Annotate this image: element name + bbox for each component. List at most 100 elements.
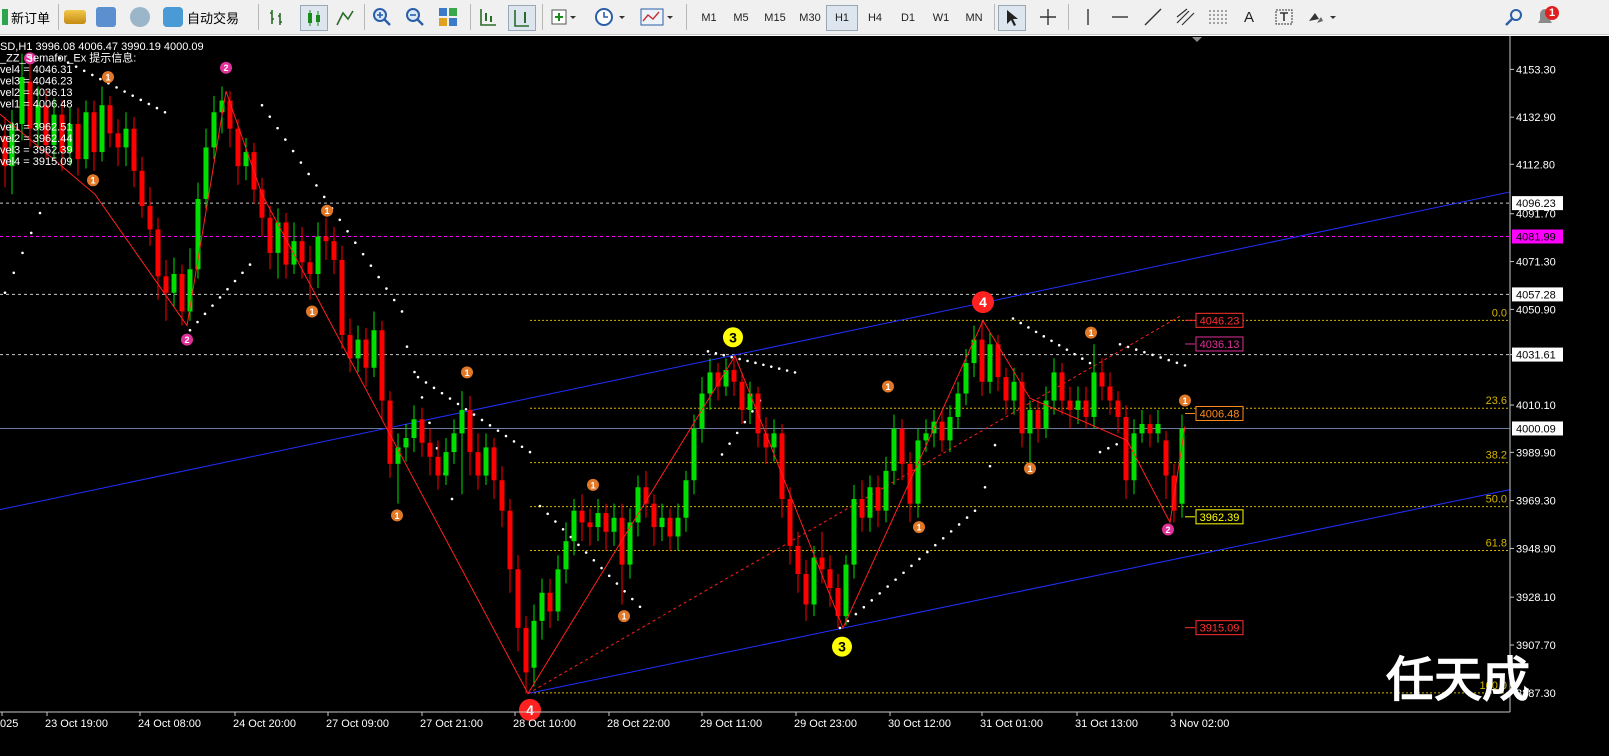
fibonacci-icon[interactable] [1207, 5, 1229, 29]
arrows-icon[interactable] [1306, 5, 1340, 29]
auto-trade-button[interactable]: 自动交易 [163, 5, 239, 29]
candlestick-chart-icon[interactable] [300, 5, 328, 31]
price-axis-label: 4050.90 [1516, 304, 1556, 316]
timeframe-d1-button[interactable]: D1 [892, 5, 924, 31]
candle-body [555, 569, 561, 612]
sar-dot [983, 485, 987, 489]
candle-body [891, 428, 897, 471]
globe-icon[interactable] [130, 5, 150, 29]
candle-body [851, 498, 857, 565]
candle-body [795, 545, 801, 574]
candle-body [939, 421, 945, 441]
sar-dot [241, 271, 244, 275]
sar-dot [1019, 321, 1022, 325]
candle-body [827, 569, 833, 589]
sar-dot [538, 504, 542, 508]
sar-dot [29, 231, 33, 235]
chart-shift-icon[interactable] [508, 5, 536, 31]
candle-body [603, 513, 609, 532]
equidistant-channel-icon[interactable] [1175, 5, 1197, 29]
search-icon[interactable] [1504, 5, 1524, 29]
sar-dot [1151, 353, 1154, 357]
sar-dot [420, 396, 424, 399]
sar-dot [722, 353, 726, 357]
candle-body [1051, 372, 1057, 401]
market-watch-icon[interactable] [96, 5, 116, 29]
candle-body [563, 541, 569, 570]
price-level-tag: 4006.48 [1185, 405, 1244, 421]
timeframe-w1-button[interactable]: W1 [925, 5, 957, 31]
sar-dot [472, 413, 476, 416]
watermark-text: 任天成 [1386, 654, 1530, 707]
candle-body [867, 487, 873, 518]
candle-body [539, 592, 545, 621]
semafor-marker-label: 2 [223, 63, 228, 73]
zoom-in-icon[interactable] [372, 5, 392, 29]
fibonacci-level-label: 38.2 [1486, 450, 1507, 462]
candle-body [1011, 381, 1017, 401]
sar-dot [38, 211, 42, 215]
candle-body [803, 573, 809, 605]
axis-price-tag-label: 4081.99 [1516, 231, 1556, 243]
candle-body [627, 522, 633, 565]
sar-dot [448, 397, 452, 400]
timeframe-h4-button[interactable]: H4 [859, 5, 891, 31]
timeframe-m15-button[interactable]: M15 [758, 5, 792, 31]
candle-body [819, 557, 825, 570]
templates-icon[interactable] [640, 5, 676, 29]
crosshair-icon[interactable] [1038, 5, 1058, 29]
candle-body [947, 416, 953, 441]
sar-dot [226, 287, 229, 291]
timeframe-m30-button[interactable]: M30 [793, 5, 827, 31]
sar-dot [793, 371, 797, 374]
trendline-icon[interactable] [1143, 5, 1163, 29]
auto-scroll-icon[interactable] [478, 5, 498, 29]
sar-dot [1183, 364, 1187, 367]
sar-dot [488, 424, 492, 427]
sar-dot [424, 381, 428, 384]
sar-dot [1159, 356, 1162, 359]
time-axis-label: 31 Oct 01:00 [980, 718, 1043, 730]
semafor-marker: 1 [461, 366, 473, 379]
notification-bell-icon[interactable]: 1 [1534, 5, 1560, 29]
price-chart[interactable]: 0.023.638.250.061.8100.03112211114113311… [0, 36, 1609, 756]
candle-body [123, 128, 129, 148]
bar-chart-icon[interactable] [268, 5, 288, 29]
tile-windows-icon[interactable] [438, 5, 458, 29]
gold-bars-icon[interactable] [64, 5, 86, 29]
timeframe-mn-button[interactable]: MN [958, 5, 990, 31]
semafor-marker-label: 1 [309, 307, 314, 317]
timeframe-h1-button[interactable]: H1 [826, 5, 858, 31]
candle-body [779, 433, 785, 499]
text-label-icon[interactable] [1274, 5, 1294, 29]
timeframe-m1-button[interactable]: M1 [694, 5, 724, 31]
price-axis-label: 4071.30 [1516, 257, 1556, 269]
candle-body [1139, 423, 1145, 434]
new-order-button[interactable]: 新订单 [2, 5, 50, 29]
semafor-marker-label: 1 [1088, 328, 1093, 338]
chart-window[interactable]: 0.0 23.6 38.2 50.0 61.8 100.0 3 1 1 2 2 1 1 1 1 4 1 1 3 3 1 1… [0, 36, 1609, 756]
line-chart-icon[interactable] [335, 5, 355, 29]
sar-dot [3, 291, 7, 295]
sar-dot [965, 516, 969, 519]
info-line: vel1 = 4006.48 [0, 99, 72, 111]
sar-dot [577, 543, 580, 547]
semafor-marker: 1 [587, 478, 599, 491]
vertical-line-icon[interactable] [1078, 5, 1098, 29]
zoom-out-icon[interactable] [405, 5, 425, 29]
sar-dot [456, 402, 460, 406]
text-tool-icon[interactable]: A [1244, 5, 1254, 29]
price-axis-label: 4112.80 [1516, 159, 1555, 171]
periods-icon[interactable] [594, 5, 628, 29]
cursor-icon[interactable] [998, 5, 1026, 31]
candle-body [579, 510, 585, 523]
semafor-marker: 1 [321, 204, 333, 217]
candle-body [1067, 400, 1073, 410]
new-order-icon [2, 9, 8, 25]
sar-dot [1011, 317, 1015, 320]
semafor-marker-label: 1 [885, 382, 890, 392]
timeframe-m5-button[interactable]: M5 [726, 5, 756, 31]
add-indicator-icon[interactable] [550, 5, 578, 29]
time-axis-label: 23 Oct 19:00 [45, 718, 108, 730]
horizontal-line-icon[interactable] [1110, 5, 1130, 29]
